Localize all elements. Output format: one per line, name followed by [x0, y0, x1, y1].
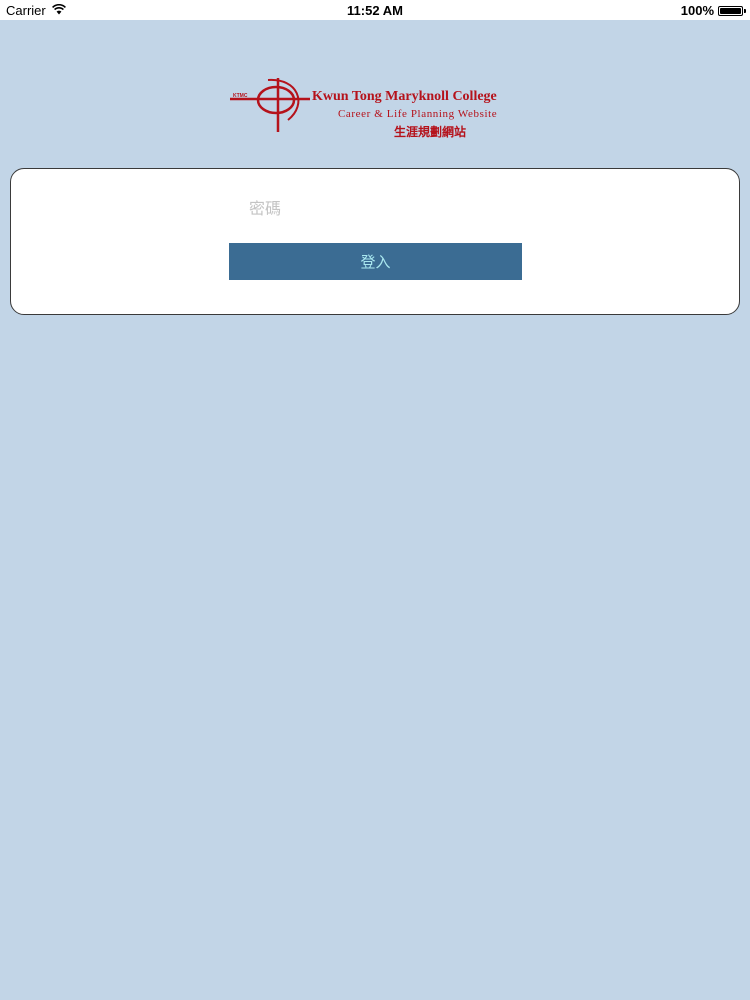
logo-abbreviation: KTMC	[233, 93, 248, 99]
school-name: Kwun Tong Maryknoll College	[312, 89, 497, 104]
password-field[interactable]	[247, 195, 542, 221]
site-subtitle-chinese: 生涯規劃網站	[394, 125, 467, 139]
login-card: 登入	[10, 168, 740, 315]
battery-fill	[720, 7, 741, 14]
ktmc-emblem-icon	[230, 78, 310, 132]
battery-icon	[718, 5, 743, 16]
status-right: 100%	[681, 3, 746, 18]
login-button[interactable]: 登入	[229, 243, 522, 280]
status-time: 11:52 AM	[347, 3, 403, 18]
battery-tip	[744, 8, 746, 13]
site-subtitle: Career & Life Planning Website	[338, 108, 498, 120]
school-logo: KTMC Kwun Tong Maryknoll College Career …	[228, 76, 528, 142]
battery-percent: 100%	[680, 3, 714, 18]
status-bar: Carrier 11:52 AM 100%	[0, 0, 750, 20]
